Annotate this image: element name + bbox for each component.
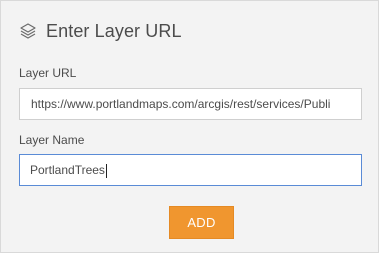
layer-name-input[interactable]: PortlandTrees bbox=[19, 154, 362, 186]
add-button[interactable]: ADD bbox=[169, 206, 234, 239]
panel-title: Enter Layer URL bbox=[46, 20, 182, 41]
layer-url-value: https://www.portlandmaps.com/arcgis/rest… bbox=[31, 97, 331, 111]
add-layer-panel: Enter Layer URL Layer URL https://www.po… bbox=[0, 0, 379, 253]
text-cursor bbox=[105, 163, 107, 178]
layer-name-value: PortlandTrees bbox=[30, 163, 105, 177]
layers-icon bbox=[18, 21, 38, 41]
add-button-label: ADD bbox=[187, 215, 216, 230]
layer-url-input[interactable]: https://www.portlandmaps.com/arcgis/rest… bbox=[19, 88, 362, 120]
layer-name-label: Layer Name bbox=[19, 133, 85, 147]
panel-header: Enter Layer URL bbox=[18, 19, 182, 43]
layer-url-label: Layer URL bbox=[19, 66, 77, 80]
